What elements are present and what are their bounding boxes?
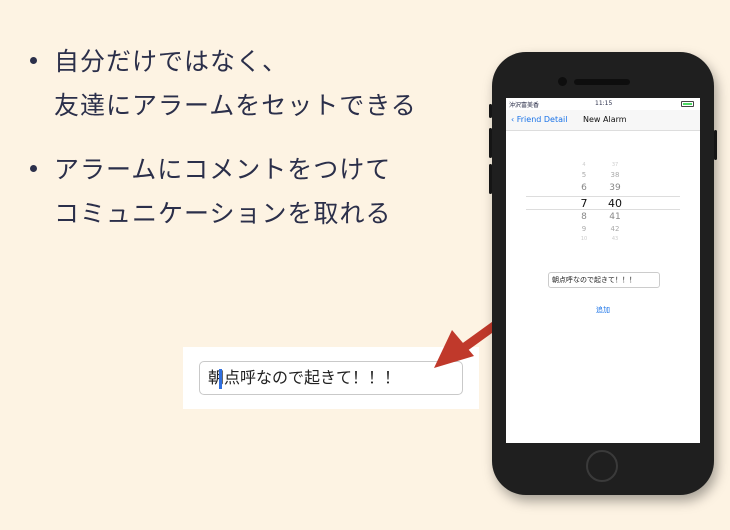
minute-option[interactable]: 39	[605, 183, 625, 193]
time-picker[interactable]: 4 5 6 7 8 9 10 37 38 39 40 41 42 43	[526, 162, 680, 246]
home-button[interactable]	[586, 450, 618, 482]
chevron-left-icon: ‹	[511, 115, 515, 124]
carrier-label: 沖沢富美香	[509, 102, 540, 109]
hour-option[interactable]: 5	[574, 171, 594, 179]
hour-option[interactable]: 10	[574, 236, 594, 242]
back-button[interactable]: ‹ Friend Detail	[511, 115, 567, 124]
hour-option[interactable]: 4	[574, 162, 594, 168]
page-title: New Alarm	[583, 115, 627, 124]
phone-screen: 沖沢富美香 11:15 ‹ Friend Detail New Alarm 4 …	[506, 98, 700, 443]
navigation-bar: ‹ Friend Detail New Alarm	[506, 110, 700, 131]
volume-up-button	[489, 128, 492, 158]
battery-icon	[681, 101, 694, 107]
status-bar: 沖沢富美香 11:15	[506, 98, 700, 110]
add-button[interactable]: 追加	[596, 305, 610, 315]
minute-option[interactable]: 37	[605, 162, 625, 168]
hour-option[interactable]: 8	[574, 212, 594, 222]
minute-option[interactable]: 38	[605, 171, 625, 179]
speaker-grille	[574, 79, 630, 85]
hour-selected[interactable]: 7	[574, 197, 594, 210]
minute-selected[interactable]: 40	[605, 197, 625, 210]
mute-switch	[489, 104, 492, 118]
picker-divider	[526, 209, 680, 210]
phone-mockup: 沖沢富美香 11:15 ‹ Friend Detail New Alarm 4 …	[489, 52, 717, 495]
minute-option[interactable]: 43	[605, 236, 625, 242]
hour-option[interactable]: 9	[574, 225, 594, 233]
minute-option[interactable]: 42	[605, 225, 625, 233]
status-time: 11:15	[595, 100, 613, 107]
minute-option[interactable]: 41	[605, 212, 625, 222]
hour-option[interactable]: 6	[574, 183, 594, 193]
comment-input[interactable]: 朝点呼なので起きて！！！	[548, 272, 660, 288]
camera-icon	[558, 77, 567, 86]
picker-divider	[526, 196, 680, 197]
volume-down-button	[489, 164, 492, 194]
back-button-label: Friend Detail	[516, 115, 568, 124]
power-button	[714, 130, 717, 160]
